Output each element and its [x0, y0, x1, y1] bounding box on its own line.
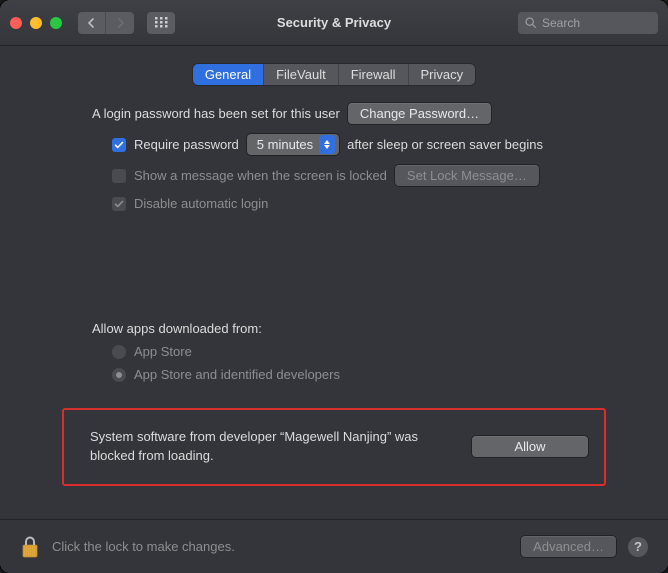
close-window-button[interactable]	[10, 17, 22, 29]
require-password-row: Require password 5 minutes after sleep o…	[92, 134, 576, 155]
checkmark-icon	[114, 140, 124, 150]
stepper-icon	[319, 135, 335, 154]
titlebar: Security & Privacy	[0, 0, 668, 46]
search-input[interactable]	[518, 12, 658, 34]
lock-hint: Click the lock to make changes.	[52, 539, 235, 554]
require-password-delay-value: 5 minutes	[257, 137, 313, 152]
back-button[interactable]	[78, 12, 106, 34]
disable-auto-login-checkbox	[112, 197, 126, 211]
allow-apps-appstore-radio	[112, 345, 126, 359]
allow-button[interactable]: Allow	[472, 436, 588, 457]
traffic-lights	[10, 17, 62, 29]
tab-general[interactable]: General	[193, 64, 264, 85]
grid-icon	[155, 17, 168, 28]
search-field-wrap	[518, 12, 658, 34]
allow-apps-heading: Allow apps downloaded from:	[92, 321, 576, 336]
allow-apps-identified-row: App Store and identified developers	[92, 367, 576, 382]
allow-apps-identified-label: App Store and identified developers	[134, 367, 340, 382]
tabs-row: General FileVault Firewall Privacy	[20, 64, 648, 85]
advanced-button[interactable]: Advanced…	[521, 536, 616, 557]
tab-filevault[interactable]: FileVault	[264, 64, 339, 85]
footer: Click the lock to make changes. Advanced…	[0, 519, 668, 573]
allow-apps-appstore-label: App Store	[134, 344, 192, 359]
help-button[interactable]: ?	[628, 537, 648, 557]
chevron-left-icon	[87, 18, 96, 28]
tabs: General FileVault Firewall Privacy	[193, 64, 475, 85]
show-message-row: Show a message when the screen is locked…	[92, 165, 576, 186]
require-password-delay-select[interactable]: 5 minutes	[247, 134, 339, 155]
require-password-label-after: after sleep or screen saver begins	[347, 137, 543, 152]
require-password-label-before: Require password	[134, 137, 239, 152]
nav-buttons	[78, 12, 134, 34]
checkmark-icon	[114, 199, 124, 209]
set-lock-message-button: Set Lock Message…	[395, 165, 539, 186]
chevron-right-icon	[116, 18, 125, 28]
show-message-label: Show a message when the screen is locked	[134, 168, 387, 183]
allow-apps-appstore-row: App Store	[92, 344, 576, 359]
forward-button[interactable]	[106, 12, 134, 34]
show-all-button[interactable]	[147, 12, 175, 34]
blocked-software-message: System software from developer “Magewell…	[90, 428, 452, 466]
zoom-window-button[interactable]	[50, 17, 62, 29]
search-icon	[524, 16, 537, 29]
change-password-button[interactable]: Change Password…	[348, 103, 491, 124]
require-password-checkbox[interactable]	[112, 138, 126, 152]
disable-auto-login-label: Disable automatic login	[134, 196, 268, 211]
password-set-row: A login password has been set for this u…	[92, 103, 576, 124]
lock-icon[interactable]	[20, 535, 40, 559]
password-set-label: A login password has been set for this u…	[92, 106, 340, 121]
disable-auto-login-row: Disable automatic login	[92, 196, 576, 211]
tab-firewall[interactable]: Firewall	[339, 64, 409, 85]
tab-privacy[interactable]: Privacy	[409, 64, 476, 85]
general-pane: A login password has been set for this u…	[20, 103, 648, 390]
blocked-software-callout: System software from developer “Magewell…	[62, 408, 606, 486]
window: Security & Privacy General FileVault Fir…	[0, 0, 668, 573]
minimize-window-button[interactable]	[30, 17, 42, 29]
content: General FileVault Firewall Privacy A log…	[0, 46, 668, 519]
allow-apps-identified-radio	[112, 368, 126, 382]
show-message-checkbox	[112, 169, 126, 183]
